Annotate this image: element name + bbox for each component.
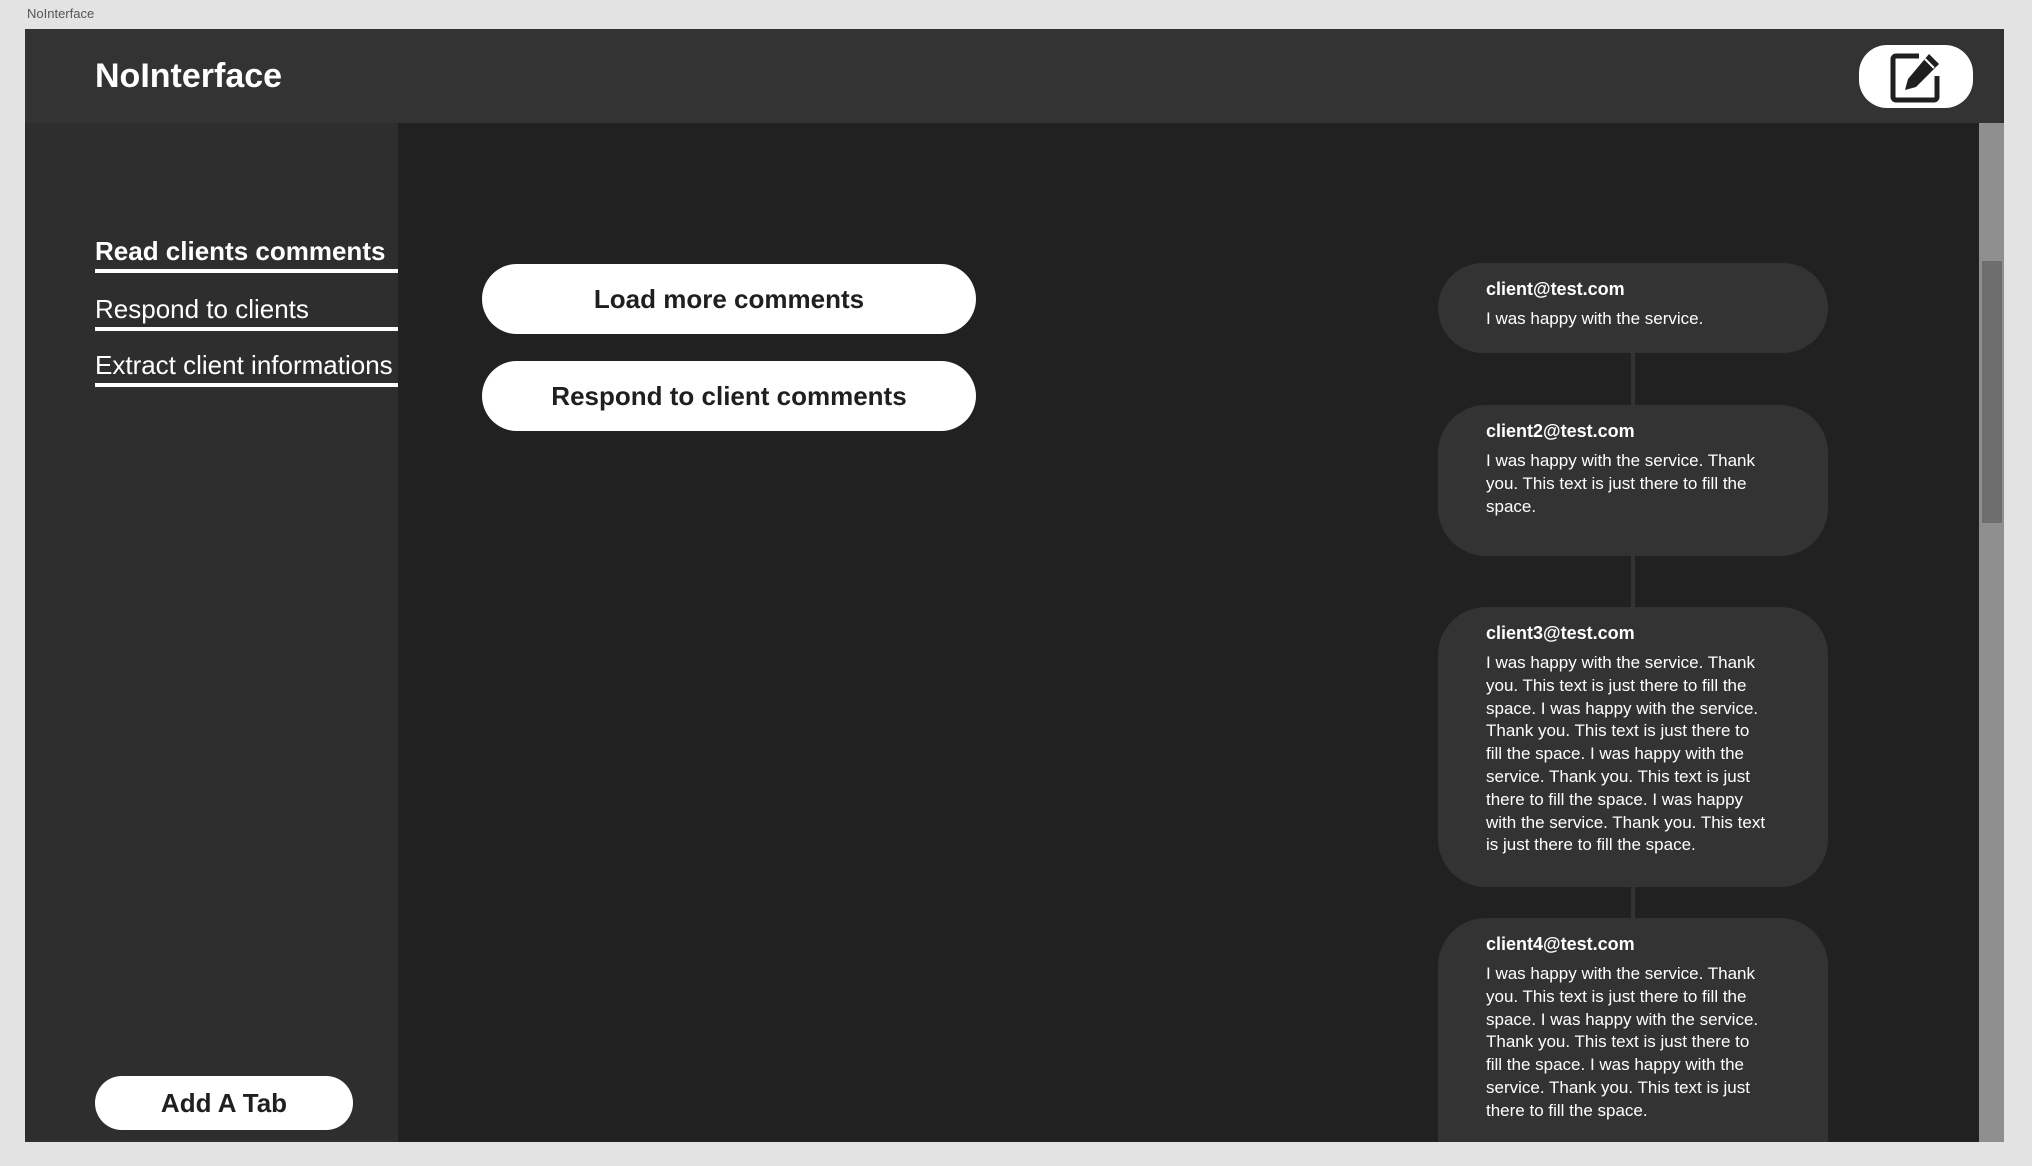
comment-email: client4@test.com [1486,934,1635,954]
comment-email: client3@test.com [1486,623,1635,643]
comment-text: I was happy with the service. Thank you.… [1486,653,1766,855]
scrollbar-thumb[interactable] [1982,261,2002,523]
edit-icon [1890,53,1940,102]
header: NoInterface [25,29,2004,123]
comment-card: client4@test.com I was happy with the se… [1438,918,1828,1142]
comment-text: I was happy with the service. [1486,309,1704,328]
comment-email: client@test.com [1486,279,1625,299]
add-tab-button[interactable]: Add A Tab [95,1076,353,1130]
comment-card: client3@test.com I was happy with the se… [1438,607,1828,887]
respond-to-client-comments-button[interactable]: Respond to client comments [482,361,976,431]
comment-card: client@test.com I was happy with the ser… [1438,263,1828,353]
timeline-connector [1631,352,1635,407]
comment-card: client2@test.com I was happy with the se… [1438,405,1828,556]
comment-text: I was happy with the service. Thank you.… [1486,964,1759,1120]
main-content: Load more comments Respond to client com… [398,123,2004,1142]
app-window: NoInterface Read clients comments Respon… [25,29,2004,1142]
comment-text: I was happy with the service. Thank you.… [1486,451,1755,516]
sidebar: Read clients comments Respond to clients… [25,123,398,1142]
load-more-comments-button[interactable]: Load more comments [482,264,976,334]
app-title: NoInterface [95,57,283,95]
timeline-connector [1631,553,1635,608]
edit-button[interactable] [1859,45,1973,108]
sidebar-item-respond-to-clients[interactable]: Respond to clients [95,294,398,331]
timeline-connector [1631,885,1635,920]
sidebar-item-extract-client-informations[interactable]: Extract client informations [95,350,398,387]
window-caption: NoInterface [27,6,95,21]
sidebar-item-read-clients-comments[interactable]: Read clients comments [95,236,398,273]
comment-email: client2@test.com [1486,421,1635,441]
